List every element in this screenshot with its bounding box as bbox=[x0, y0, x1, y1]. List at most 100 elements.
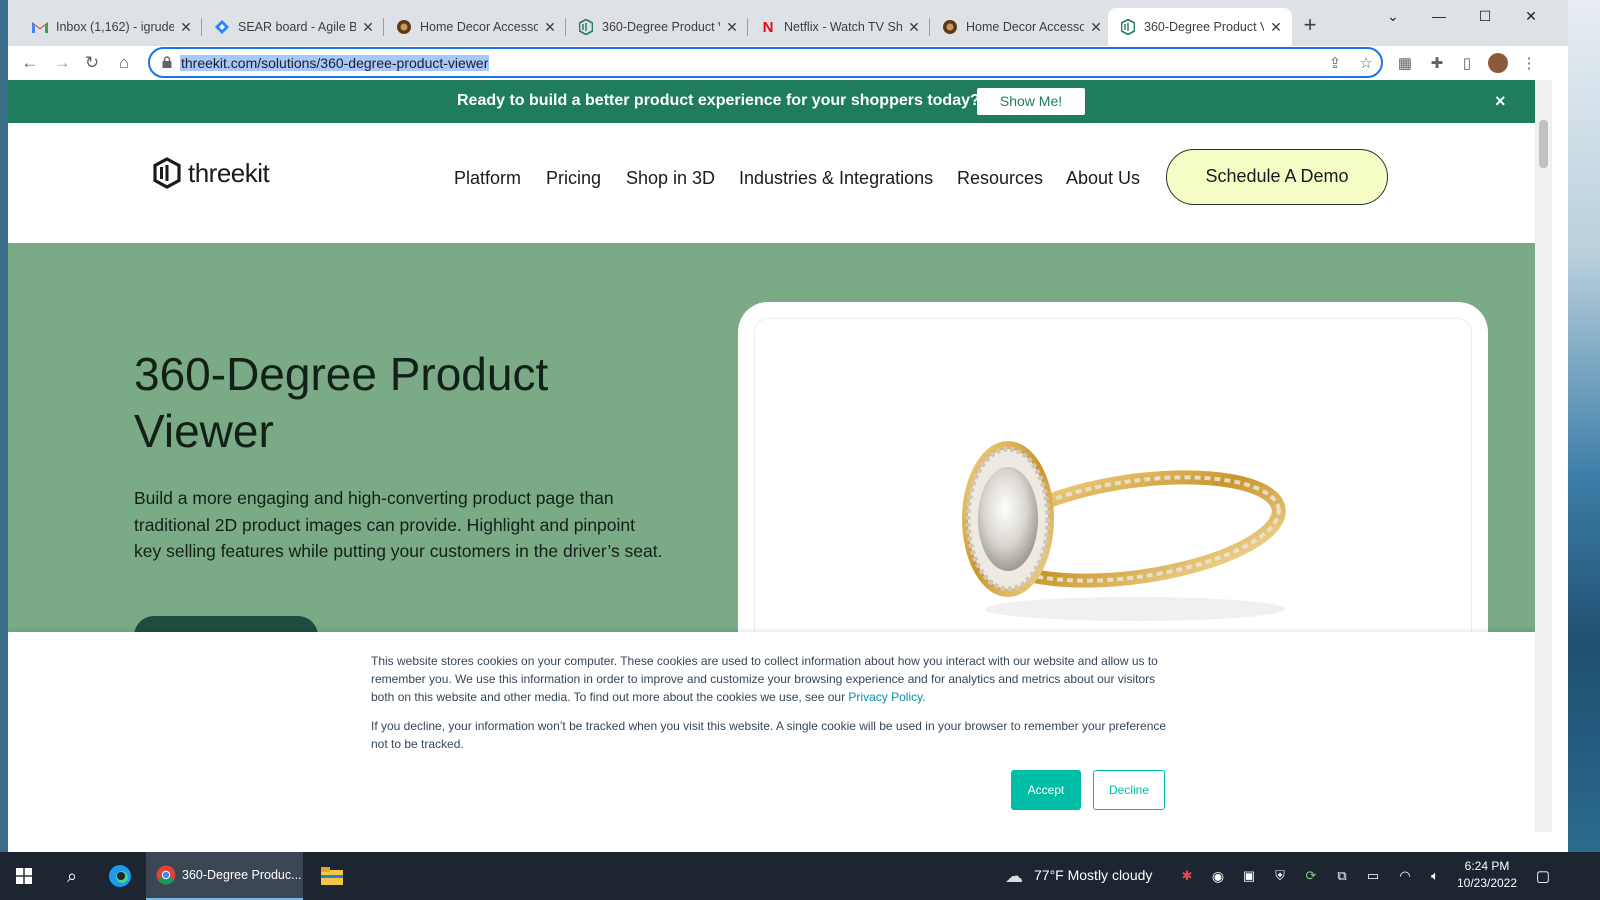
new-tab-button[interactable]: + bbox=[1298, 14, 1322, 38]
volume-icon[interactable]: 🔈︎ bbox=[1424, 852, 1446, 900]
clock-time: 6:24 PM bbox=[1464, 859, 1510, 873]
hero-description: Build a more engaging and high-convertin… bbox=[134, 488, 663, 561]
lock-icon[interactable] bbox=[162, 56, 172, 68]
tab-strip: Inbox (1,162) - igrudek ✕ SEAR board - A… bbox=[8, 0, 1568, 46]
weather-text[interactable]: 77°F Mostly cloudy bbox=[1034, 867, 1152, 883]
cookie-text-main: This website stores cookies on your comp… bbox=[371, 654, 1158, 704]
taskbar: ⌕ 360-Degree Produc... ☁ 77°F Mostly clo… bbox=[0, 852, 1600, 900]
tab-title: SEAR board - Agile Boa bbox=[238, 20, 356, 34]
tab-home-decor-2[interactable]: Home Decor Accessori ✕ bbox=[930, 8, 1112, 46]
weather-icon[interactable]: ☁ bbox=[1000, 852, 1028, 900]
bookmark-star-icon[interactable]: ☆ bbox=[1357, 54, 1375, 72]
back-button[interactable]: ← bbox=[18, 51, 42, 75]
puzzle-icon[interactable]: ✚ bbox=[1428, 54, 1446, 72]
forward-button[interactable]: → bbox=[50, 51, 74, 75]
jira-icon bbox=[214, 19, 230, 35]
sync-icon[interactable]: ⟳ bbox=[1300, 852, 1322, 900]
clock-date: 10/23/2022 bbox=[1456, 876, 1518, 890]
netflix-icon: N bbox=[762, 18, 774, 36]
threekit-logo[interactable]: threekit bbox=[152, 157, 270, 189]
threekit-logo-icon bbox=[153, 157, 181, 189]
windows-start-icon[interactable] bbox=[6, 852, 42, 900]
browser-toolbar: ← → ↻ ⌂ threekit.com/solutions/360-degre… bbox=[8, 46, 1568, 80]
close-icon[interactable]: ✕ bbox=[906, 19, 922, 36]
banner-message: Ready to build a better product experien… bbox=[457, 92, 980, 109]
file-explorer-icon[interactable] bbox=[314, 852, 350, 900]
notification-icon[interactable]: ▢ bbox=[1526, 852, 1560, 900]
tab-title: Home Decor Accessori bbox=[966, 20, 1084, 34]
taskbar-window-title: 360-Degree Produc... bbox=[182, 868, 302, 882]
accept-button[interactable]: Accept bbox=[1011, 770, 1081, 810]
close-icon[interactable]: ✕ bbox=[178, 19, 194, 36]
chrome-icon bbox=[156, 865, 176, 885]
tab-title: Inbox (1,162) - igrudek bbox=[56, 20, 174, 34]
tab-jira[interactable]: SEAR board - Agile Boa ✕ bbox=[202, 8, 384, 46]
tab-title: Netflix - Watch TV Sho bbox=[784, 20, 902, 34]
nav-shop-in-3d[interactable]: Shop in 3D bbox=[626, 168, 715, 189]
tab-threekit-1[interactable]: 360-Degree Product Vi ✕ bbox=[566, 8, 748, 46]
menu-icon[interactable]: ⋮ bbox=[1520, 54, 1538, 72]
tab-home-decor-1[interactable]: Home Decor Accessori ✕ bbox=[384, 8, 566, 46]
close-icon[interactable]: ✕ bbox=[542, 19, 558, 36]
tab-title: 360-Degree Product Vi bbox=[1144, 20, 1264, 34]
profile-avatar[interactable] bbox=[1488, 53, 1508, 73]
desktop-background bbox=[1568, 0, 1600, 860]
close-icon[interactable]: ✕ bbox=[360, 19, 376, 36]
site-header: threekit Platform Pricing Shop in 3D Ind… bbox=[8, 123, 1535, 243]
threekit-icon bbox=[1120, 19, 1136, 35]
cookie-decline-note: If you decline, your information won’t b… bbox=[371, 719, 1167, 751]
page-scrollbar[interactable] bbox=[1535, 80, 1552, 832]
browser-window: Inbox (1,162) - igrudek ✕ SEAR board - A… bbox=[8, 0, 1568, 852]
nav-about-us[interactable]: About Us bbox=[1066, 168, 1140, 189]
gmail-icon bbox=[32, 19, 48, 35]
tab-netflix[interactable]: N Netflix - Watch TV Sho ✕ bbox=[748, 8, 930, 46]
decline-button[interactable]: Decline bbox=[1093, 770, 1165, 810]
web-page: Ready to build a better product experien… bbox=[8, 80, 1535, 832]
close-icon[interactable]: ✕ bbox=[724, 19, 740, 36]
promo-banner: Ready to build a better product experien… bbox=[8, 80, 1535, 123]
threekit-icon bbox=[578, 19, 594, 35]
extension-icon[interactable]: ▦ bbox=[1396, 54, 1414, 72]
privacy-policy-link[interactable]: Privacy Policy. bbox=[848, 690, 925, 704]
side-panel-icon[interactable]: ▯ bbox=[1458, 54, 1476, 72]
device-icon[interactable]: ⧉ bbox=[1331, 852, 1353, 900]
close-icon[interactable]: ✕ bbox=[1268, 19, 1284, 36]
tab-search-icon[interactable]: ⌄ bbox=[1370, 0, 1416, 32]
tab-gmail[interactable]: Inbox (1,162) - igrudek ✕ bbox=[20, 8, 202, 46]
cookie-text: This website stores cookies on your comp… bbox=[371, 652, 1181, 706]
minimize-button[interactable]: — bbox=[1416, 0, 1462, 32]
ring-image[interactable] bbox=[755, 319, 1473, 639]
site-icon bbox=[396, 19, 412, 35]
tab-title: Home Decor Accessori bbox=[420, 20, 538, 34]
search-icon[interactable]: ⌕ bbox=[54, 852, 90, 900]
nav-pricing[interactable]: Pricing bbox=[546, 168, 601, 189]
home-button[interactable]: ⌂ bbox=[112, 51, 136, 75]
url-text[interactable]: threekit.com/solutions/360-degree-produc… bbox=[180, 55, 490, 71]
camera-icon[interactable]: ▣ bbox=[1238, 852, 1260, 900]
tab-title: 360-Degree Product Vi bbox=[602, 20, 720, 34]
nav-platform[interactable]: Platform bbox=[454, 168, 521, 189]
close-window-button[interactable]: ✕ bbox=[1508, 0, 1554, 32]
app-tray-icon[interactable]: ✱ bbox=[1176, 852, 1198, 900]
close-icon[interactable]: ✕ bbox=[1088, 19, 1104, 36]
security-icon[interactable]: ⛨ bbox=[1269, 852, 1291, 900]
vpn-icon[interactable]: ◉ bbox=[1207, 852, 1229, 900]
nav-industries[interactable]: Industries & Integrations bbox=[739, 168, 933, 189]
tab-threekit-active[interactable]: 360-Degree Product Vi ✕ bbox=[1108, 8, 1292, 46]
schedule-demo-button[interactable]: Schedule A Demo bbox=[1166, 149, 1388, 205]
page-title: 360-Degree Product Viewer bbox=[134, 348, 549, 457]
show-me-button[interactable]: Show Me! bbox=[977, 88, 1085, 115]
logo-text: threekit bbox=[188, 157, 270, 188]
taskbar-chrome-window[interactable]: 360-Degree Produc... bbox=[146, 852, 303, 900]
share-icon[interactable]: ⇪ bbox=[1326, 54, 1344, 72]
system-clock[interactable]: 6:24 PM 10/23/2022 bbox=[1452, 858, 1522, 892]
site-icon bbox=[942, 19, 958, 35]
close-icon[interactable]: × bbox=[1495, 91, 1506, 112]
address-bar[interactable]: threekit.com/solutions/360-degree-produc… bbox=[148, 47, 1383, 78]
reload-button[interactable]: ↻ bbox=[80, 51, 104, 75]
maximize-button[interactable]: ☐ bbox=[1462, 0, 1508, 32]
nav-resources[interactable]: Resources bbox=[957, 168, 1043, 189]
wifi-icon[interactable]: ◠ bbox=[1394, 852, 1416, 900]
edge-icon[interactable] bbox=[102, 852, 138, 900]
battery-icon[interactable]: ▭ bbox=[1362, 852, 1384, 900]
